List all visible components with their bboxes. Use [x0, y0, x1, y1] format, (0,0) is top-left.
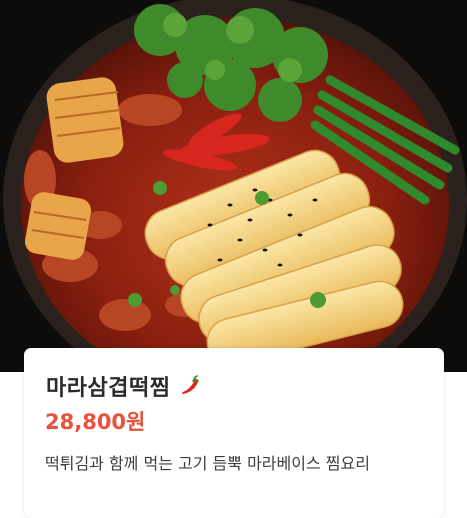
- menu-item-card[interactable]: 마라삼겹떡찜 28,800원 떡튀김과 함께 먹는 고기 듬뿍 마라베이스 찜요…: [24, 348, 444, 518]
- food-photo: [0, 0, 467, 372]
- chili-pepper-icon: [179, 375, 201, 397]
- menu-item-price: 28,800원: [45, 410, 146, 434]
- title-row: 마라삼겹떡찜: [46, 370, 201, 402]
- menu-item-description: 떡튀김과 함께 먹는 고기 듬뿍 마라베이스 찜요리: [45, 454, 370, 473]
- menu-item-name: 마라삼겹떡찜: [46, 376, 171, 401]
